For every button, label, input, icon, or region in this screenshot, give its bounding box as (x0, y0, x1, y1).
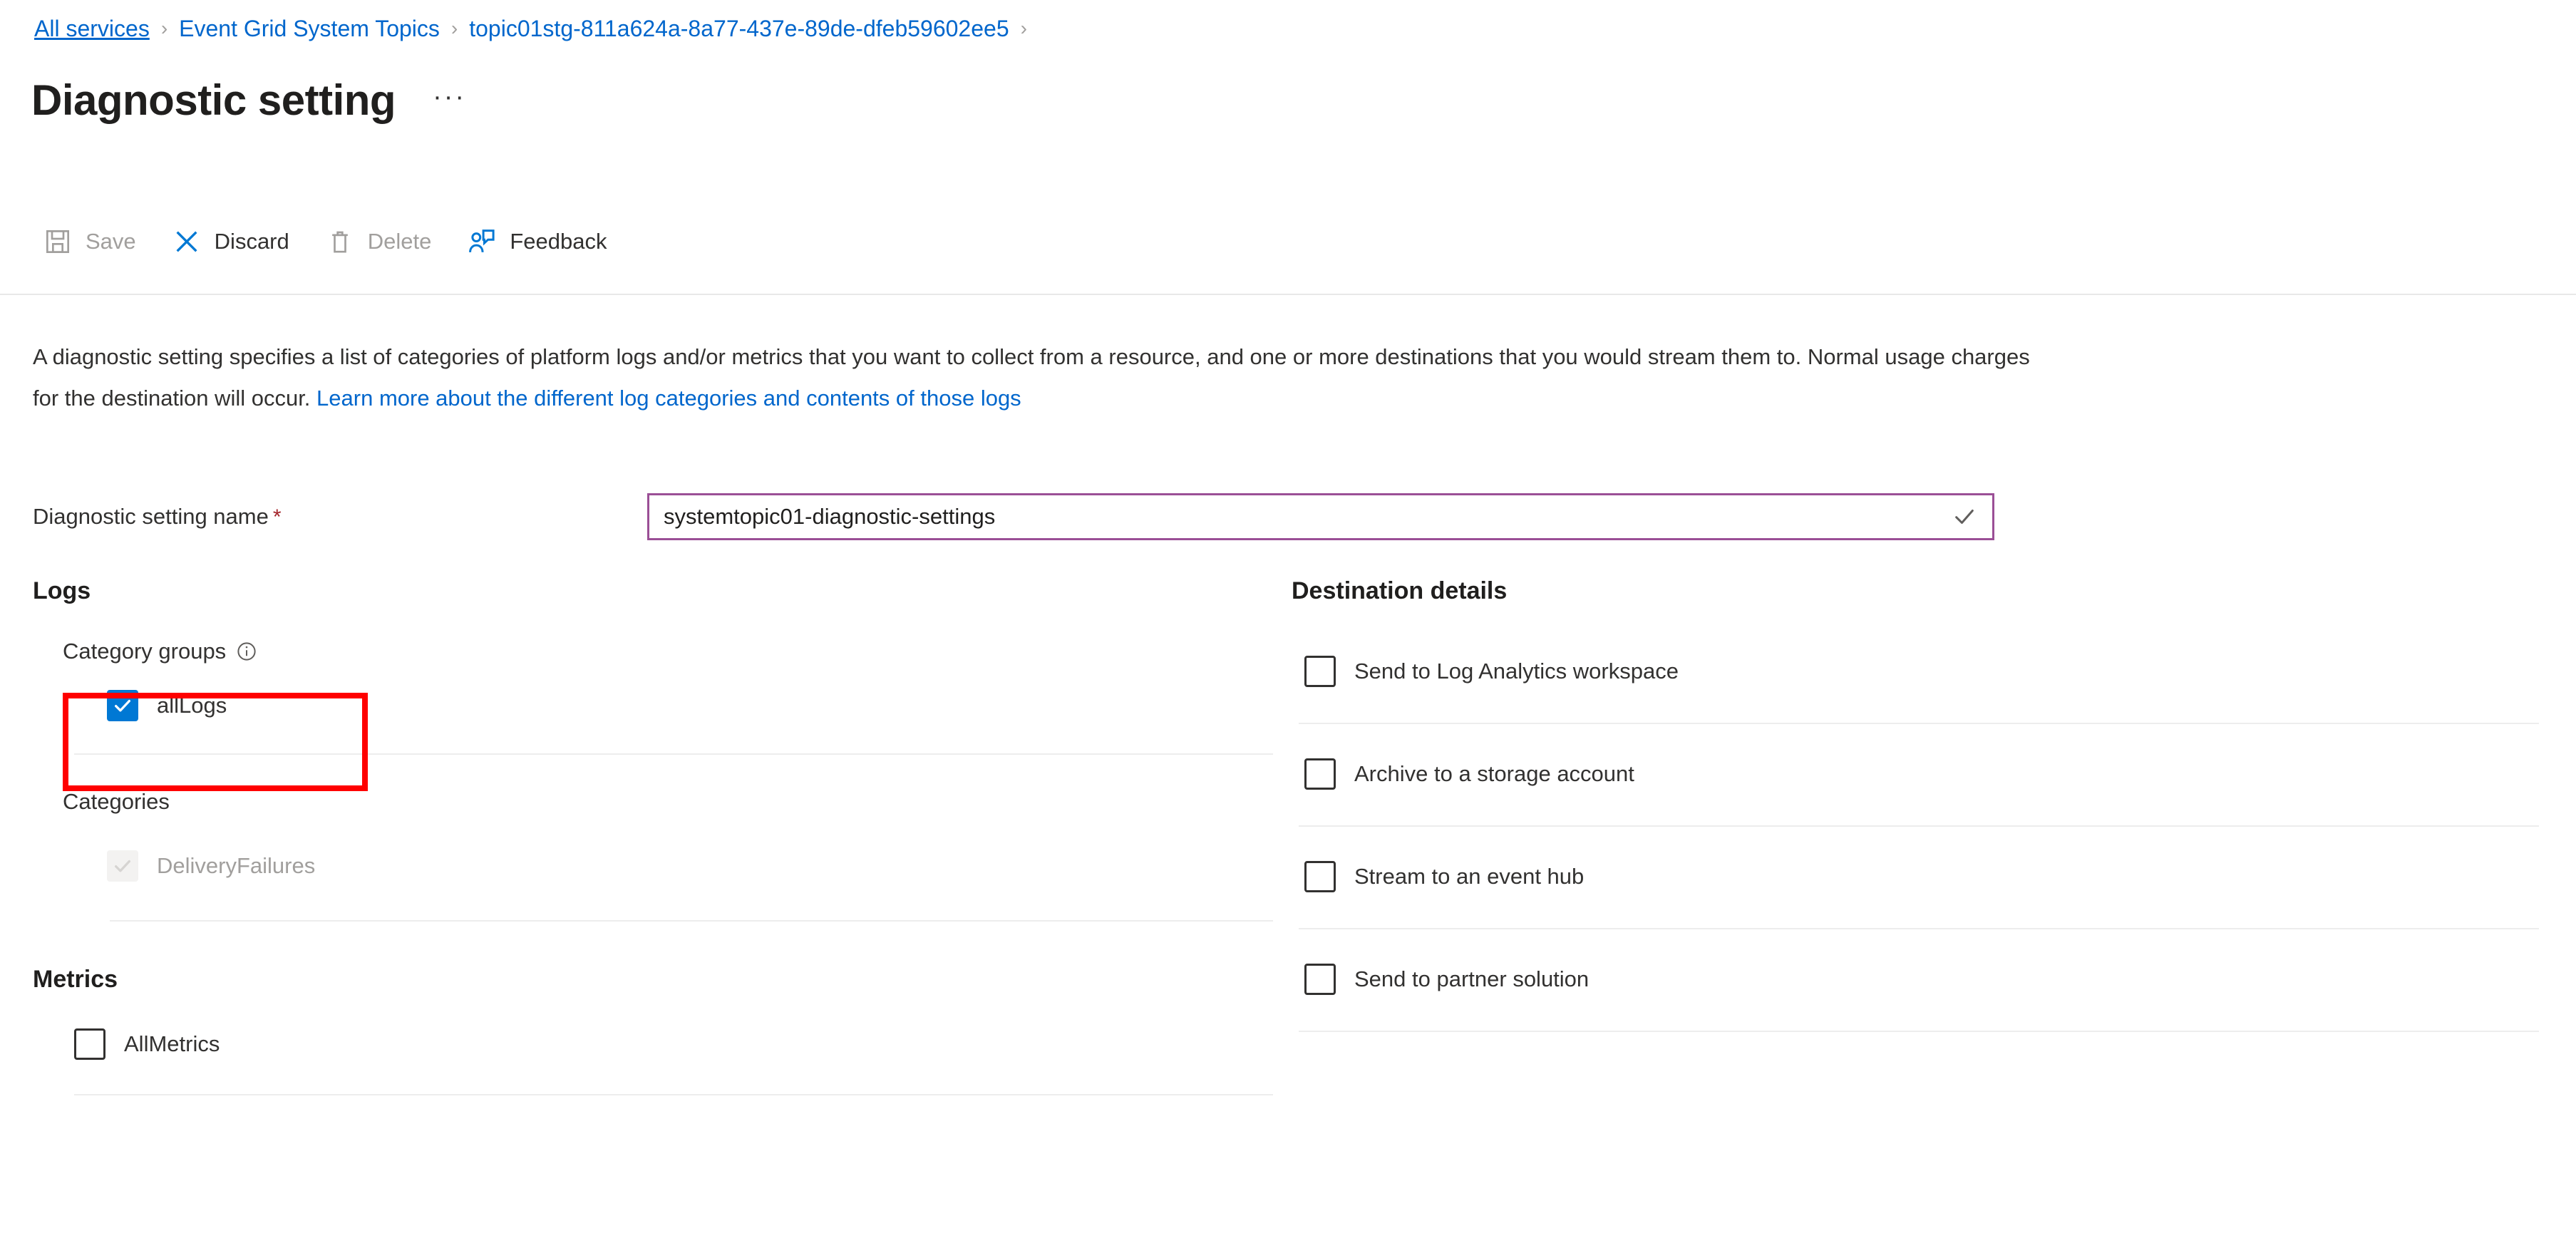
divider-after-category-groups (74, 753, 1273, 755)
save-button-label: Save (86, 229, 136, 254)
feedback-button-label: Feedback (510, 229, 607, 254)
event-hub-checkbox[interactable] (1304, 861, 1336, 892)
discard-icon (172, 227, 202, 257)
diagnostic-setting-name-input-wrapper[interactable] (647, 493, 1994, 540)
allmetrics-checkbox[interactable] (74, 1028, 105, 1060)
alllogs-label: allLogs (157, 693, 227, 718)
category-groups-label-text: Category groups (63, 639, 227, 664)
feedback-button[interactable]: Feedback (467, 227, 607, 257)
command-toolbar: Save Discard Delete Feedback (43, 227, 643, 257)
log-analytics-checkbox[interactable] (1304, 656, 1336, 687)
categories-label: Categories (63, 789, 170, 814)
page-title: Diagnostic setting (31, 76, 396, 124)
allmetrics-label: AllMetrics (124, 1031, 220, 1056)
description-text: A diagnostic setting specifies a list of… (33, 336, 2050, 419)
checkbox-row-event-hub[interactable]: Stream to an event hub (1304, 861, 2546, 892)
divider-after-categories (110, 920, 1273, 922)
destination-details-column: Destination details Send to Log Analytic… (1292, 576, 2546, 1032)
storage-account-checkbox[interactable] (1304, 758, 1336, 790)
destination-details-heading: Destination details (1292, 577, 1508, 604)
required-marker: * (272, 505, 282, 529)
toolbar-divider (0, 294, 2576, 295)
diagnostic-setting-name-input[interactable] (649, 495, 1992, 538)
discard-button[interactable]: Discard (172, 227, 289, 257)
discard-button-label: Discard (214, 229, 289, 254)
breadcrumb-item-all-services[interactable]: All services (34, 14, 150, 43)
breadcrumb-separator-icon: › (160, 17, 168, 39)
event-hub-label: Stream to an event hub (1354, 864, 1585, 889)
breadcrumb-separator-icon: › (1020, 17, 1027, 39)
save-icon (43, 227, 73, 257)
delete-icon (325, 227, 355, 257)
divider-after-event-hub (1299, 928, 2539, 929)
logs-metrics-column: Logs Category groups allLogs Categories … (33, 576, 1273, 1095)
category-groups-label: Category groups (63, 637, 1273, 666)
learn-more-link[interactable]: Learn more about the different log categ… (316, 386, 1021, 411)
log-analytics-label: Send to Log Analytics workspace (1354, 659, 1679, 684)
breadcrumb-separator-icon: › (450, 17, 458, 39)
checkbox-row-log-analytics[interactable]: Send to Log Analytics workspace (1304, 656, 2546, 687)
storage-account-label: Archive to a storage account (1354, 761, 1634, 786)
breadcrumb-item-topic[interactable]: topic01stg-811a624a-8a77-437e-89de-dfeb5… (469, 14, 1009, 43)
deliveryfailures-label: DeliveryFailures (157, 853, 316, 878)
divider-after-metrics (74, 1094, 1273, 1095)
diagnostic-setting-name-label: Diagnostic setting name * (33, 502, 647, 532)
metrics-heading: Metrics (33, 966, 118, 993)
divider-after-log-analytics (1299, 723, 2539, 724)
breadcrumb-item-event-grid-system-topics[interactable]: Event Grid System Topics (179, 14, 440, 43)
alllogs-checkbox[interactable] (107, 690, 138, 721)
breadcrumb: All services › Event Grid System Topics … (34, 14, 1039, 43)
page-header: Diagnostic setting ··· (31, 77, 466, 124)
delete-button-label: Delete (367, 229, 432, 254)
delete-button[interactable]: Delete (325, 227, 432, 257)
checkbox-row-alllogs[interactable]: allLogs (107, 690, 1273, 721)
save-button[interactable]: Save (43, 227, 136, 257)
divider-after-storage-account (1299, 825, 2539, 827)
deliveryfailures-checkbox (107, 850, 138, 882)
feedback-icon (467, 227, 497, 257)
diagnostic-setting-name-row: Diagnostic setting name * (33, 493, 1994, 540)
checkbox-row-storage-account[interactable]: Archive to a storage account (1304, 758, 2546, 790)
name-label-text: Diagnostic setting name (33, 503, 269, 529)
checkbox-row-deliveryfailures: DeliveryFailures (107, 850, 1273, 882)
partner-solution-checkbox[interactable] (1304, 964, 1336, 995)
checkbox-row-allmetrics[interactable]: AllMetrics (74, 1028, 1273, 1060)
info-icon[interactable] (236, 641, 257, 662)
more-options-icon[interactable]: ··· (433, 82, 466, 113)
logs-heading: Logs (33, 577, 91, 604)
checkbox-row-partner-solution[interactable]: Send to partner solution (1304, 964, 2546, 995)
partner-solution-label: Send to partner solution (1354, 966, 1590, 991)
divider-after-partner-solution (1299, 1031, 2539, 1032)
